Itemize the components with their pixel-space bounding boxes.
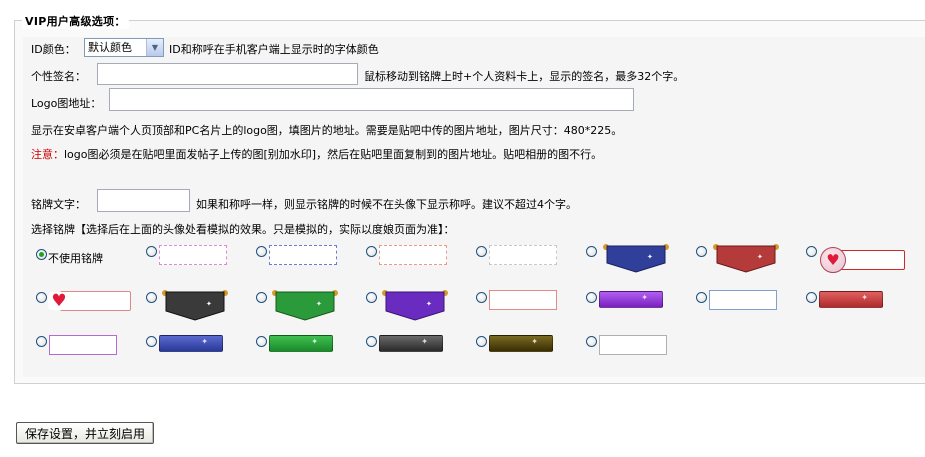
svg-text:✦: ✦ <box>206 300 212 308</box>
badge-none-label[interactable]: 不使用铭牌 <box>48 250 103 266</box>
badge-red-bar[interactable] <box>819 291 883 308</box>
badge-salmon-dashed[interactable] <box>379 245 447 265</box>
logo-url-label: Logo图地址： <box>31 97 102 110</box>
badge-radio-gray-box[interactable] <box>586 336 597 347</box>
badge-radio-heart-red[interactable] <box>806 246 817 257</box>
svg-text:✦: ✦ <box>647 253 653 261</box>
svg-text:✦: ✦ <box>757 253 763 261</box>
note-label: 注意： <box>31 148 64 161</box>
badge-olive-bar[interactable] <box>489 335 553 352</box>
logo-note: 注意：logo图必须是在贴吧里面发帖子上传的图[别加水印]，然后在贴吧里面复制到… <box>31 146 602 162</box>
badge-radio-dark-bar[interactable] <box>366 336 377 347</box>
badge-green-banner[interactable]: ✦ <box>272 289 338 321</box>
badge-heart-pink[interactable] <box>60 291 131 311</box>
save-settings-button[interactable]: 保存设置，并立刻启用 <box>16 422 155 444</box>
badge-violet-box[interactable] <box>49 335 117 355</box>
badge-radio-green-banner[interactable] <box>256 292 267 303</box>
badge-radio-heart-pink[interactable] <box>36 292 47 303</box>
badge-radio-violet-box[interactable] <box>36 336 47 347</box>
badge-text-input[interactable] <box>97 189 190 212</box>
badge-radio-navy-bar[interactable] <box>146 336 157 347</box>
badge-salmon-box[interactable] <box>489 290 557 310</box>
badge-gray-dashed[interactable] <box>489 245 557 265</box>
badge-dark-bar[interactable] <box>379 335 443 352</box>
signature-hint: 鼠标移动到铭牌上时+个人资料卡上，显示的签名，最多32个字。 <box>364 70 685 83</box>
badge-radio-none[interactable] <box>36 249 47 260</box>
badge-purple-bar[interactable] <box>599 291 663 308</box>
badge-radio-green-bar[interactable] <box>256 336 267 347</box>
badge-purple-banner[interactable]: ✦ <box>382 289 448 321</box>
badge-radio-black-banner[interactable] <box>146 292 157 303</box>
chevron-down-icon[interactable]: ▼ <box>146 39 163 56</box>
id-color-hint: ID和称呼在手机客户端上显示时的字体颜色 <box>169 43 379 56</box>
id-color-label: ID颜色： <box>31 43 76 56</box>
badge-navy-bar[interactable] <box>159 335 223 352</box>
badge-green-bar[interactable] <box>269 335 333 352</box>
badge-radio-blue-box[interactable] <box>696 292 707 303</box>
note-text: logo图必须是在贴吧里面发帖子上传的图[别加水印]，然后在贴吧里面复制到的图片… <box>64 148 603 161</box>
signature-label: 个性签名： <box>31 70 86 83</box>
badge-radio-pink-dashed[interactable] <box>146 246 157 257</box>
badge-gray-box[interactable] <box>599 335 667 355</box>
signature-input[interactable] <box>97 63 358 85</box>
badge-blue-box[interactable] <box>709 290 777 310</box>
id-color-selected: 默认颜色 <box>88 41 132 54</box>
badge-radio-navy-banner[interactable] <box>586 246 597 257</box>
logo-url-input[interactable] <box>109 88 634 111</box>
badge-radio-salmon-dashed[interactable] <box>366 246 377 257</box>
badge-radio-purple-bar[interactable] <box>586 292 597 303</box>
heart-icon: ♥ <box>48 292 70 310</box>
badge-radio-purple-banner[interactable] <box>366 292 377 303</box>
fieldset-legend: VIP用户高级选项： <box>22 13 129 29</box>
svg-text:✦: ✦ <box>316 300 322 308</box>
badge-pink-dashed[interactable] <box>159 245 227 265</box>
badge-text-label: 铭牌文字： <box>31 198 86 211</box>
badge-radio-blue-dashed[interactable] <box>256 246 267 257</box>
badge-blue-dashed[interactable] <box>269 245 337 265</box>
badge-text-hint: 如果和称呼一样，则显示铭牌的时候不在头像下显示称呼。建议不超过4个字。 <box>196 198 577 211</box>
badge-radio-olive-bar[interactable] <box>476 336 487 347</box>
badge-navy-banner[interactable]: ✦ <box>603 243 669 273</box>
badge-radio-red-bar[interactable] <box>806 292 817 303</box>
svg-text:✦: ✦ <box>426 300 432 308</box>
id-color-select[interactable]: 默认颜色 ▼ <box>84 38 164 57</box>
badge-radio-gray-dashed[interactable] <box>476 246 487 257</box>
logo-description: 显示在安卓客户端个人页顶部和PC名片上的logo图，填图片的地址。需要是贴吧中传… <box>31 124 623 137</box>
badge-select-label: 选择铭牌【选择后在上面的头像处看模拟的效果。只是模拟的，实际以度娘页面为准】： <box>31 223 455 236</box>
badge-black-banner[interactable]: ✦ <box>162 289 228 321</box>
badge-radio-salmon-box[interactable] <box>476 292 487 303</box>
heart-icon: ♥ <box>820 247 846 273</box>
badge-red-banner[interactable]: ✦ <box>713 243 779 273</box>
badge-radio-red-banner[interactable] <box>696 246 707 257</box>
